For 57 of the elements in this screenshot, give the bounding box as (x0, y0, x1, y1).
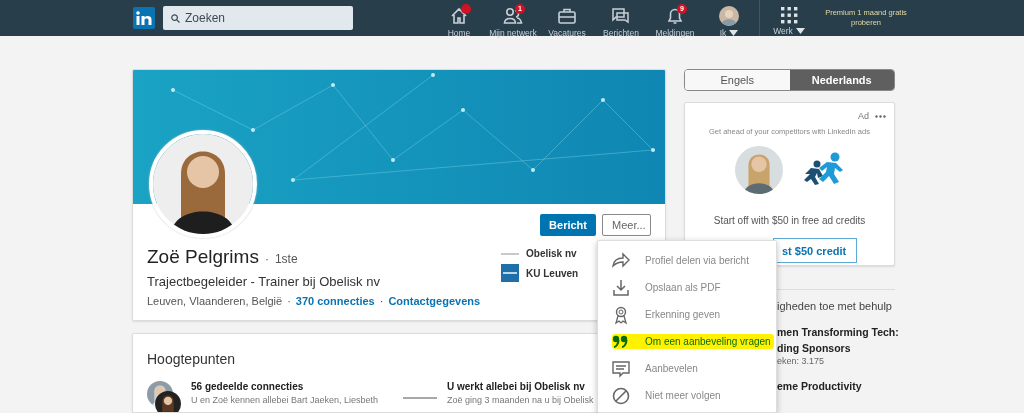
linkedin-logo[interactable] (133, 7, 155, 29)
highlight-text: Zoë ging 3 maanden na u bij Obelisk (447, 395, 594, 405)
event-title[interactable]: eme Productivity (777, 380, 862, 392)
profile-name: Zoë Pelgrims (147, 246, 259, 268)
menu-item[interactable]: Aanbevelen (598, 355, 776, 382)
menu-item[interactable]: Niet meer volgen (598, 382, 776, 409)
separator-dot: · (264, 252, 269, 266)
language-tab[interactable]: Engels (685, 70, 790, 90)
event-meta: eken: 3.175 (777, 356, 825, 366)
search-field[interactable]: Zoeken (163, 6, 353, 30)
nav-item[interactable]: Werk (763, 3, 815, 36)
nav-item[interactable]: Vacatures (540, 3, 594, 36)
block-icon (611, 385, 631, 406)
separator-dot: · (379, 295, 384, 307)
grid-icon (780, 6, 798, 24)
home-icon (449, 6, 469, 26)
connection-degree: 1ste (274, 252, 298, 266)
notification-dot (461, 4, 471, 14)
people-icon (503, 6, 523, 26)
highlight-title[interactable]: U werkt allebei bij Obelisk nv (447, 381, 594, 392)
event-title[interactable]: ding Sponsors (777, 342, 851, 354)
experience-name[interactable]: KU Leuven (526, 267, 579, 279)
download-icon (611, 277, 631, 298)
separator-dot: · (287, 295, 291, 307)
chat-icon (611, 6, 631, 26)
section-title: Hoogtepunten (147, 351, 236, 367)
highlight-title[interactable]: 56 gedeelde connecties (191, 381, 379, 392)
nav-item[interactable]: Home (432, 3, 486, 36)
nav-item[interactable]: Berichten (594, 3, 648, 36)
comment-icon (611, 358, 631, 379)
search-icon (171, 13, 180, 23)
language-tab[interactable]: Nederlands (789, 70, 894, 90)
menu-item[interactable]: Opslaan als PDF (598, 274, 776, 301)
event-title[interactable]: men Transforming Tech: (777, 326, 899, 338)
highlight-text: U en Zoë kennen allebei Bart Jaeken, Liesbeth (191, 395, 379, 405)
experience-name[interactable]: Obelisk nv (526, 248, 577, 259)
claim-credit-button[interactable]: st $50 credit (773, 238, 858, 263)
ad-offer: Start off with $50 in free ad credits (713, 215, 866, 226)
company-logo-icon (501, 252, 519, 255)
message-button[interactable]: Bericht (540, 214, 596, 236)
more-icon[interactable] (875, 114, 886, 118)
logo-icon (136, 11, 152, 25)
nav-item[interactable]: Ik (702, 3, 756, 36)
university-logo-icon (501, 264, 519, 282)
more-button[interactable]: Meer... (602, 214, 651, 236)
contact-info-link[interactable]: Contactgegevens (388, 295, 481, 307)
briefcase-icon (557, 6, 577, 26)
menu-item[interactable]: Profiel delen via bericht (598, 247, 776, 274)
avatar-icon (719, 6, 739, 26)
side-text: igheden toe met behulp (777, 300, 892, 312)
profile-location: Leuven, Vlaanderen, België (147, 295, 283, 307)
connections-link[interactable]: 370 connecties (295, 295, 375, 307)
bell-icon (665, 6, 685, 26)
menu-item[interactable]: Om een aanbeveling vragen (598, 328, 776, 355)
ad-label: Ad (858, 111, 869, 121)
profile-headline: Trajectbegeleider - Trainer bij Obelisk nv (147, 274, 381, 289)
menu-item[interactable]: Erkenning geven (598, 301, 776, 328)
